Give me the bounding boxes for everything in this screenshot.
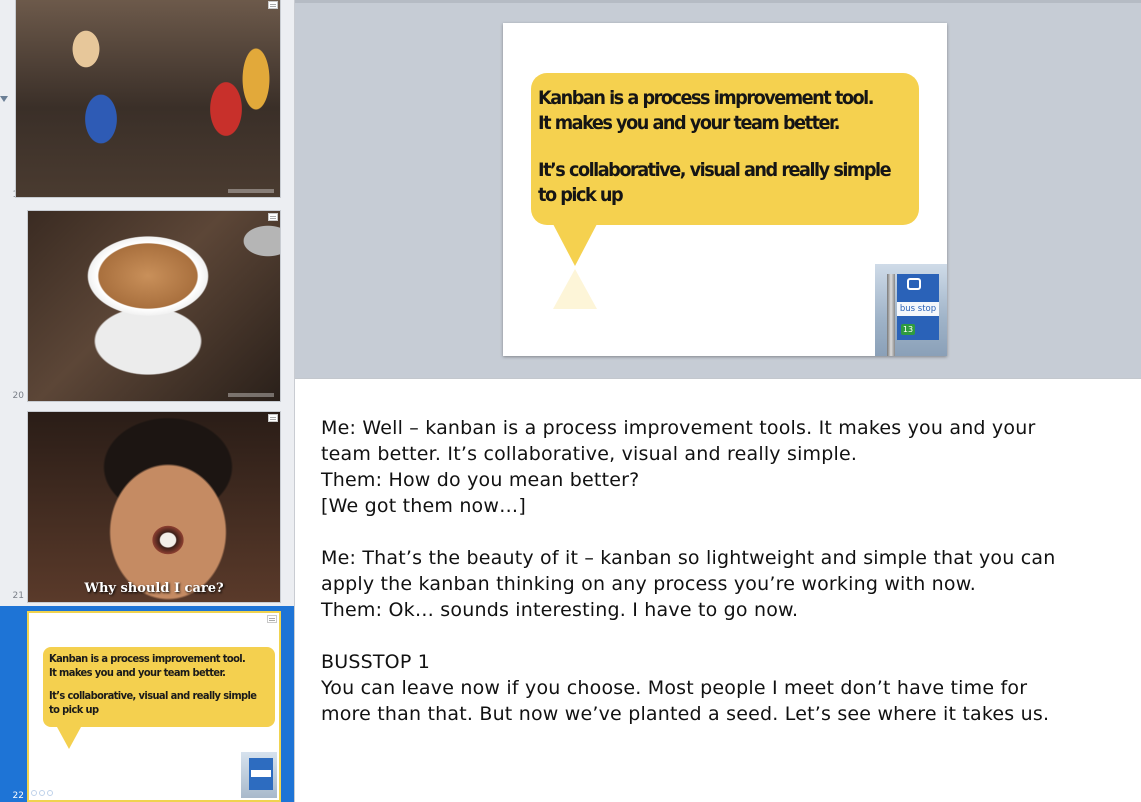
photo-credit	[228, 393, 274, 397]
mini-speech-bubble: Kanban is a process improvement tool. It…	[43, 647, 275, 727]
sign-route-number: 13	[901, 324, 915, 335]
slide-number: 20	[12, 391, 24, 401]
slide-thumbnail[interactable]	[15, 0, 281, 198]
sign-label: bus stop	[897, 302, 939, 316]
notes-indicator-icon	[268, 213, 278, 221]
presenter-notes[interactable]: Me: Well – kanban is a process improveme…	[295, 378, 1141, 802]
pager-dot-icon	[47, 790, 53, 796]
speech-bubble-reflection	[553, 269, 597, 309]
notes-line: Them: How do you mean better?	[321, 469, 640, 491]
slide-thumbnail[interactable]	[27, 210, 281, 402]
slide-navigator[interactable]: 19 20 21 Why should I care? 22 Kanban is…	[0, 0, 295, 802]
notes-line: team better. It’s collaborative, visual …	[321, 443, 858, 465]
slide-thumbnail-row-19[interactable]: 19	[0, 0, 294, 205]
notes-line: You can leave now if you choose. Most pe…	[321, 677, 1028, 699]
mini-bubble-line: Kanban is a process improvement tool.	[49, 652, 246, 665]
notes-line: Them: Ok… sounds interesting. I have to …	[321, 599, 799, 621]
bubble-text-line: It’s collaborative, visual and really si…	[538, 159, 892, 181]
bus-stop-sign-icon	[241, 752, 277, 798]
notes-line: apply the kanban thinking on any process…	[321, 573, 976, 595]
notes-line: more than that. But now we’ve planted a …	[321, 703, 1050, 725]
mini-bubble-line: It makes you and your team better.	[49, 666, 226, 679]
slide-thumbnail-row-20[interactable]: 20	[0, 205, 294, 405]
notes-line: BUSSTOP 1	[321, 651, 431, 673]
slide-thumbnail-row-21[interactable]: 21 Why should I care?	[0, 405, 294, 605]
bubble-text-line: Kanban is a process improvement tool.	[538, 87, 874, 109]
thumbnail-pager-dots	[31, 790, 53, 796]
slide-thumbnail[interactable]: Kanban is a process improvement tool. It…	[27, 611, 281, 802]
pager-dot-icon	[31, 790, 37, 796]
thumbnail-caption: Why should I care?	[84, 581, 224, 596]
latte-art-coffee-photo	[28, 211, 280, 401]
bubble-text-line: to pick up	[538, 184, 624, 206]
slide-number: 22	[12, 791, 24, 801]
notes-line: [We got them now…]	[321, 495, 526, 517]
yelling-child-photo	[28, 412, 280, 602]
mini-bubble-line: It’s collaborative, visual and really si…	[49, 689, 257, 702]
notes-indicator-icon	[268, 1, 278, 9]
bubble-text-line: It makes you and your team better.	[538, 112, 840, 134]
superheroes-diner-photo	[16, 0, 280, 197]
bus-icon	[907, 278, 921, 290]
photo-credit	[228, 189, 274, 193]
mini-bubble-tail	[57, 727, 81, 749]
speech-bubble-tail	[553, 224, 597, 266]
bus-stop-sign-image[interactable]: bus stop 13	[875, 264, 947, 356]
notes-indicator-icon	[268, 414, 278, 422]
notes-indicator-icon	[267, 615, 277, 623]
sign-pole	[887, 274, 895, 356]
notes-line: Me: That’s the beauty of it – kanban so …	[321, 547, 1056, 569]
notes-line: Me: Well – kanban is a process improveme…	[321, 417, 1036, 439]
slide-thumbnail[interactable]: Why should I care?	[27, 411, 281, 603]
slide-number: 21	[12, 591, 24, 601]
mini-bubble-line: to pick up	[49, 703, 99, 716]
slide-thumbnail-row-22-selected[interactable]: 22 Kanban is a process improvement tool.…	[0, 606, 294, 802]
pager-dot-icon	[39, 790, 45, 796]
speech-bubble[interactable]: Kanban is a process improvement tool. It…	[531, 73, 919, 225]
slide-canvas[interactable]: Kanban is a process improvement tool. It…	[295, 0, 1141, 378]
current-slide[interactable]: Kanban is a process improvement tool. It…	[503, 23, 947, 356]
